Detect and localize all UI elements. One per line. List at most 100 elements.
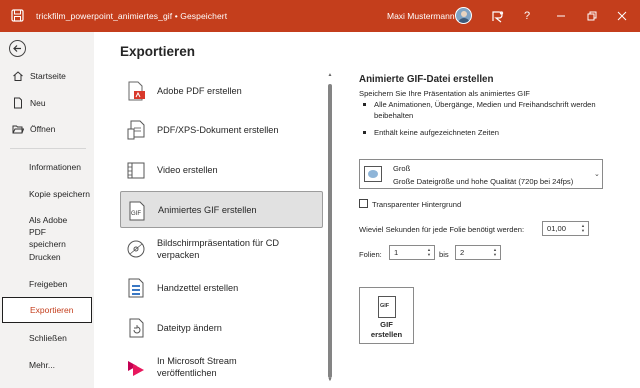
- bullet-dot: [363, 103, 366, 106]
- folder-open-icon: [12, 125, 24, 134]
- backstage-nav: Startseite Neu Öffnen Informationen Kopi…: [0, 32, 94, 388]
- adobe-pdf-icon: [128, 81, 145, 101]
- nav-item-label: Öffnen: [30, 124, 56, 134]
- monitor-icon: [364, 166, 382, 182]
- stream-icon: [128, 361, 144, 376]
- change-filetype-icon: [129, 318, 144, 338]
- export-option-label: PDF/XPS-Dokument erstellen: [157, 124, 279, 135]
- avatar[interactable]: [455, 7, 472, 24]
- bullet-text: Enthält keine aufgezeichneten Zeiten: [374, 128, 499, 137]
- nav-item-neu[interactable]: Neu: [0, 96, 94, 110]
- spinner-arrows-icon[interactable]: ▲ ▼: [581, 223, 587, 233]
- export-option-stream[interactable]: In Microsoft Stream veröffentlichen: [120, 348, 323, 385]
- nav-item-label: Neu: [30, 98, 46, 108]
- nav-item-als-adobe-pdf-speichern[interactable]: Als Adobe PDF speichern: [0, 214, 80, 250]
- transparent-background-label: Transparenter Hintergrund: [372, 200, 462, 209]
- document-title: trickfilm_powerpoint_animiertes_gif • Ge…: [36, 11, 227, 21]
- create-gif-label-line1: GIF: [380, 320, 393, 329]
- minimize-icon: [557, 15, 565, 17]
- page-title: Exportieren: [120, 44, 196, 59]
- export-option-label: Adobe PDF erstellen: [157, 85, 242, 96]
- export-option-video[interactable]: Video erstellen: [120, 151, 323, 188]
- export-option-handout[interactable]: Handzettel erstellen: [120, 269, 323, 306]
- export-option-change-filetype[interactable]: Dateityp ändern: [120, 309, 323, 346]
- cd-icon: [127, 240, 145, 258]
- export-option-label: Animiertes GIF erstellen: [158, 204, 257, 215]
- quality-dropdown[interactable]: Groß Große Dateigröße und hohe Qualität …: [359, 159, 603, 189]
- slides-label: Folien:: [359, 250, 382, 259]
- spinner-arrows-icon[interactable]: ▲ ▼: [493, 247, 499, 257]
- help-button[interactable]: ?: [517, 6, 537, 26]
- new-document-icon: [14, 97, 22, 109]
- scroll-down-arrow[interactable]: ▼: [327, 378, 333, 383]
- create-gif-button[interactable]: GIF GIF erstellen: [359, 287, 414, 344]
- restore-button[interactable]: [582, 6, 602, 26]
- panel-description: Speichern Sie Ihre Präsentation als anim…: [359, 89, 530, 98]
- close-button[interactable]: [612, 6, 632, 26]
- export-option-adobe-pdf[interactable]: Adobe PDF erstellen: [120, 72, 323, 109]
- nav-item-oeffnen[interactable]: Öffnen: [0, 122, 94, 136]
- export-option-pdf-xps[interactable]: PDF/XPS-Dokument erstellen: [120, 111, 323, 148]
- slides-from-value: 1: [394, 248, 399, 257]
- panel-title: Animierte GIF-Datei erstellen: [359, 74, 494, 85]
- autosave-icon[interactable]: [11, 9, 24, 22]
- save-status: Gespeichert: [180, 11, 228, 21]
- video-icon: [127, 162, 145, 179]
- nav-item-informationen[interactable]: Informationen: [0, 161, 94, 173]
- chevron-down-icon: ⌄: [594, 171, 600, 178]
- title-separator: •: [174, 11, 178, 21]
- nav-item-label: Freigeben: [29, 279, 68, 289]
- export-option-label: Bildschirmpräsentation für CD verpacken: [157, 237, 280, 260]
- nav-item-label: Exportieren: [30, 305, 74, 315]
- slides-from-input[interactable]: 1 ▲ ▼: [389, 245, 435, 260]
- nav-item-label: Als Adobe PDF speichern: [29, 215, 68, 249]
- quality-title: Groß: [393, 164, 411, 173]
- spinner-arrows-icon[interactable]: ▲ ▼: [427, 247, 433, 257]
- nav-item-exportieren[interactable]: Exportieren: [2, 297, 92, 323]
- slides-to-input[interactable]: 2 ▲ ▼: [455, 245, 501, 260]
- nav-item-drucken[interactable]: Drucken: [0, 251, 94, 263]
- transparent-background-checkbox[interactable]: [359, 199, 368, 208]
- bullet-dot: [363, 131, 366, 134]
- nav-item-label: Informationen: [29, 162, 81, 172]
- nav-item-mehr[interactable]: Mehr...: [0, 359, 94, 371]
- export-option-label: Dateityp ändern: [157, 322, 222, 333]
- user-name[interactable]: Maxi Mustermann: [387, 11, 455, 21]
- pdf-xps-icon: [127, 120, 145, 140]
- svg-text:GIF: GIF: [131, 211, 141, 217]
- nav-item-schliessen[interactable]: Schließen: [0, 332, 94, 344]
- home-icon: [13, 71, 23, 81]
- nav-item-startseite[interactable]: Startseite: [0, 69, 94, 83]
- seconds-label: Wieviel Sekunden für jede Folie benötigt…: [359, 225, 525, 234]
- back-button[interactable]: [9, 40, 26, 57]
- scrollbar-thumb[interactable]: [328, 84, 332, 378]
- create-gif-label-line2: erstellen: [370, 330, 403, 339]
- export-option-gif[interactable]: GIF Animiertes GIF erstellen: [120, 191, 323, 228]
- nav-item-label: Startseite: [30, 71, 66, 81]
- slides-to-label: bis: [439, 250, 449, 259]
- title-bar: trickfilm_powerpoint_animiertes_gif • Ge…: [0, 0, 640, 32]
- nav-item-label: Mehr...: [29, 360, 55, 370]
- close-icon: [617, 11, 627, 21]
- nav-item-label: Kopie speichern: [29, 189, 90, 199]
- minimize-button[interactable]: [551, 6, 571, 26]
- handout-icon: [128, 278, 144, 298]
- bullet-text: Alle Animationen, Übergänge, Medien und …: [374, 100, 596, 120]
- export-option-label: In Microsoft Stream veröffentlichen: [157, 355, 237, 378]
- scroll-up-arrow[interactable]: ▲: [327, 73, 333, 78]
- slides-to-value: 2: [460, 248, 465, 257]
- seconds-per-slide-input[interactable]: 01,00 ▲ ▼: [542, 221, 589, 236]
- gif-file-icon: GIF: [378, 296, 396, 318]
- seconds-value: 01,00: [547, 224, 567, 233]
- restore-icon: [587, 11, 597, 21]
- nav-item-label: Schließen: [29, 333, 67, 343]
- nav-divider: [10, 148, 86, 149]
- export-option-cd[interactable]: Bildschirmpräsentation für CD verpacken: [120, 230, 323, 267]
- export-option-label: Video erstellen: [157, 164, 218, 175]
- nav-item-label: Drucken: [29, 252, 61, 262]
- help-label: ?: [523, 10, 531, 22]
- export-option-label: Handzettel erstellen: [157, 282, 239, 293]
- nav-item-freigeben[interactable]: Freigeben: [0, 278, 94, 290]
- nav-item-kopie-speichern[interactable]: Kopie speichern: [0, 188, 94, 200]
- coauthor-icon[interactable]: [487, 6, 507, 26]
